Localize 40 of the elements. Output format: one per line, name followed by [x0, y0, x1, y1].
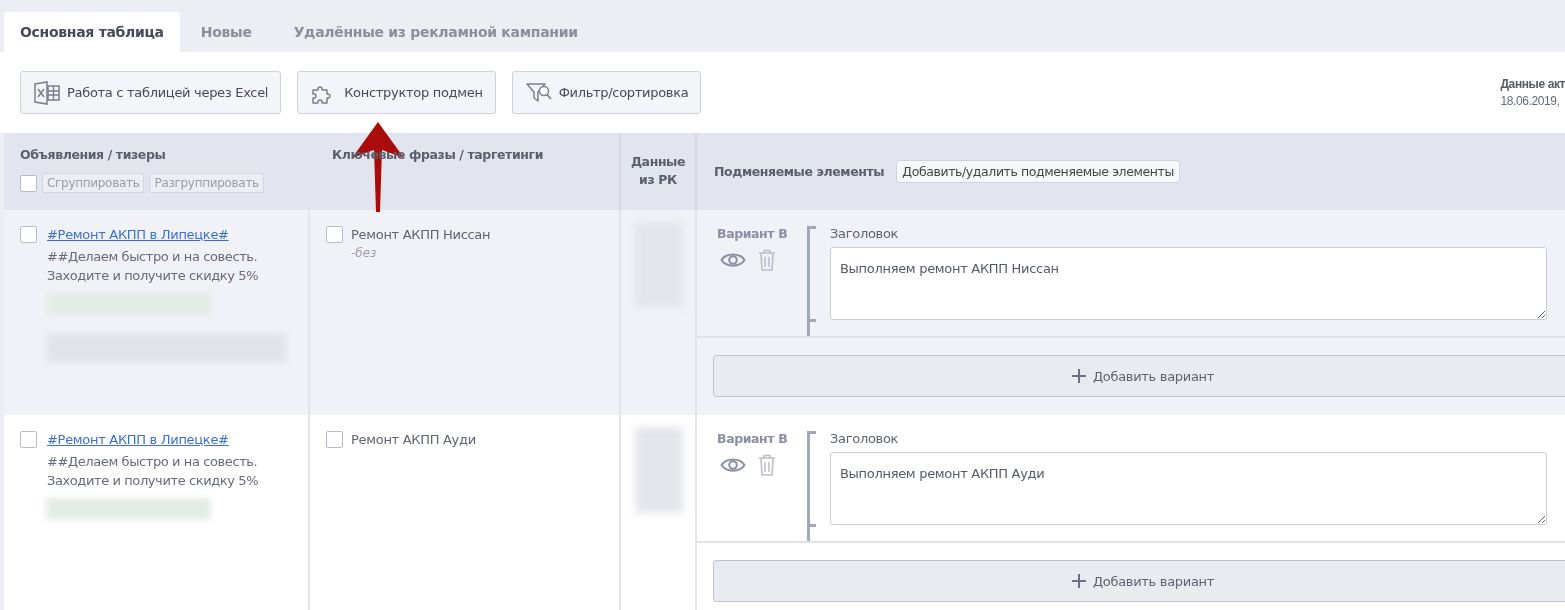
checkbox[interactable] — [20, 174, 37, 192]
toolbar-button[interactable]: Фильтр/сортировка — [511, 71, 702, 114]
minus-word: -без — [351, 246, 378, 260]
variant-label: Вариант B — [717, 226, 789, 241]
edit-elements-button[interactable]: Добавить/удалить подменяемые элементы — [896, 160, 1180, 183]
plus-icon — [1071, 369, 1086, 383]
ad-title-link[interactable]: #Ремонт АКПП в Липецке# — [47, 226, 277, 244]
field-label: Заголовок — [830, 431, 900, 446]
column-header: Данные из РК — [629, 153, 687, 189]
ad-text: ##Делаем быстро и на совесть. Заходите и получите скидку 5% — [47, 248, 260, 285]
field-label: Заголовок — [830, 226, 900, 241]
spreadsheet-icon — [33, 80, 61, 105]
tab[interactable]: Удалённые из рекламной кампании — [272, 12, 599, 52]
tab[interactable]: Новые — [179, 12, 273, 52]
tab[interactable]: Основная таблица — [4, 12, 180, 52]
checkbox[interactable] — [326, 226, 343, 243]
status-date: 18.06.2019, — [1500, 92, 1561, 110]
eye-icon[interactable] — [720, 456, 746, 474]
filter-search-icon — [524, 80, 553, 105]
keyword-phrase: Ремонт АКПП Ауди — [351, 431, 476, 449]
column-header: Подменяемые элементы — [714, 164, 885, 179]
keyword-phrase: Ремонт АКПП Ниссан — [351, 226, 491, 244]
text-area[interactable]: Выполняем ремонт АКПП Ниссан — [830, 247, 1547, 320]
column-header: Объявления / тизеры — [20, 147, 167, 162]
variant-label: Вариант B — [717, 431, 789, 446]
plus-icon — [1071, 574, 1086, 588]
trash-icon[interactable] — [758, 454, 776, 476]
toolbar-button[interactable]: Работа с таблицей через Excel — [20, 71, 282, 114]
trash-icon[interactable] — [758, 249, 776, 271]
add-variant-button[interactable]: Добавить вариант — [713, 560, 1565, 602]
status-title: Данные акт — [1500, 75, 1565, 93]
checkbox[interactable] — [20, 226, 37, 243]
checkbox[interactable] — [326, 431, 343, 448]
eye-icon[interactable] — [720, 251, 746, 269]
checkbox[interactable] — [20, 431, 37, 448]
ad-title-link[interactable]: #Ремонт АКПП в Липецке# — [47, 431, 277, 449]
add-variant-button[interactable]: Добавить вариант — [713, 355, 1565, 397]
ad-text: ##Делаем быстро и на совесть. Заходите и получите скидку 5% — [47, 453, 260, 490]
text-area[interactable]: Выполняем ремонт АКПП Ауди — [830, 452, 1547, 525]
toolbar-button[interactable]: Конструктор подмен — [297, 71, 496, 114]
